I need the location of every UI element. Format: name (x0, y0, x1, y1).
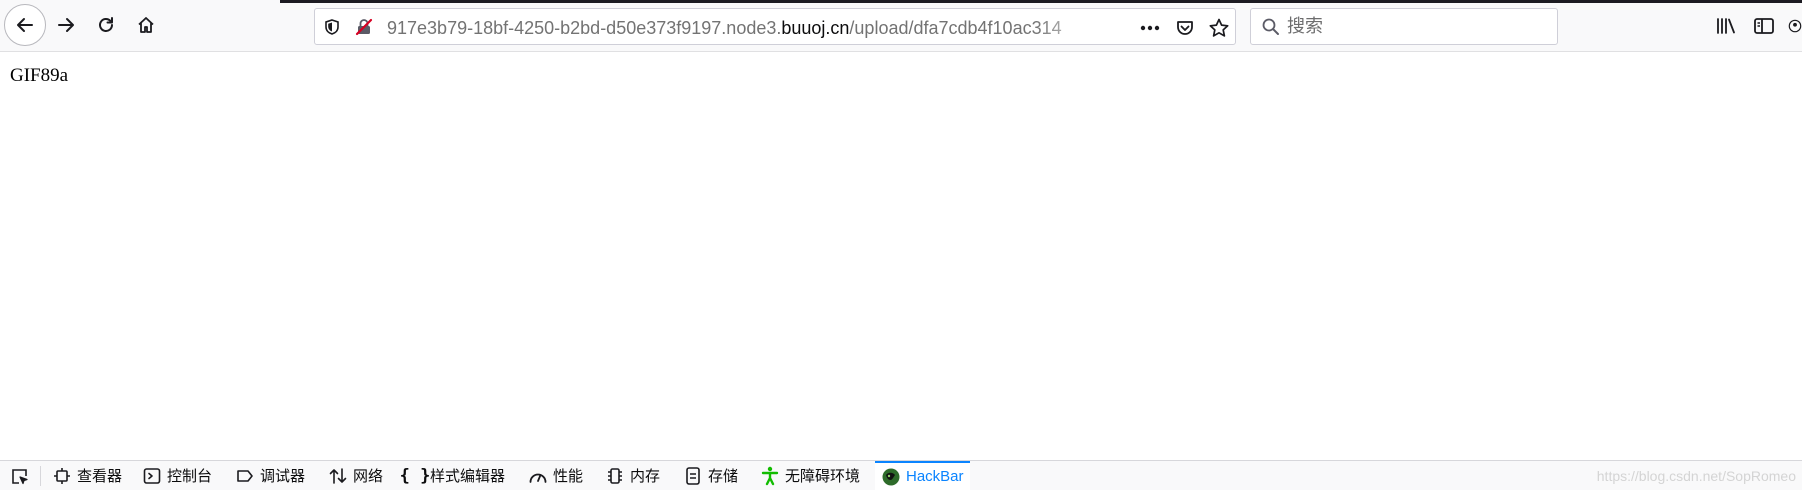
tab-label: 内存 (630, 468, 661, 485)
tab-label: 网络 (353, 468, 384, 485)
library-icon (1717, 18, 1735, 34)
pocket-icon (1177, 21, 1193, 35)
devtools-toolbar: 查看器 控制台 调试器 网络 { } 样式编辑器 性能 内存 存储 无障碍环境 … (0, 460, 1802, 490)
library-button[interactable] (1712, 12, 1740, 40)
tab-accessibility[interactable]: 无障碍环境 (760, 461, 860, 490)
tab-label: 存储 (708, 468, 739, 485)
back-button[interactable] (4, 4, 46, 46)
page-content: GIF89a (0, 52, 1802, 460)
search-icon (1261, 17, 1281, 37)
pocket-button[interactable] (1172, 15, 1198, 41)
style-editor-icon: { } (399, 465, 431, 486)
network-icon (328, 466, 348, 486)
element-picker-icon (12, 469, 28, 485)
shield-icon[interactable] (322, 17, 342, 37)
tab-label: 性能 (553, 468, 584, 485)
tab-storage[interactable]: 存储 (683, 461, 738, 490)
url-text[interactable]: 917e3b79-18bf-4250-b2bd-d50e373f9197.nod… (387, 17, 1097, 39)
url-domain: buuoj.cn (781, 18, 850, 38)
tab-label: 调试器 (260, 468, 306, 485)
search-bar[interactable] (1250, 8, 1558, 45)
hackbar-icon (881, 467, 901, 487)
bookmark-button[interactable] (1206, 15, 1232, 41)
performance-icon (528, 466, 548, 486)
insecure-lock-icon[interactable] (354, 17, 374, 37)
browser-toolbar: 917e3b79-18bf-4250-b2bd-d50e373f9197.nod… (0, 0, 1802, 52)
sidebar-button[interactable] (1750, 12, 1778, 40)
sidebar-icon (1754, 18, 1774, 34)
memory-icon (605, 466, 625, 486)
url-bar[interactable]: 917e3b79-18bf-4250-b2bd-d50e373f9197.nod… (314, 8, 1236, 45)
account-icon (1788, 19, 1802, 33)
tab-label: 查看器 (77, 468, 123, 485)
watermark: https://blog.csdn.net/SopRomeo (1596, 468, 1796, 484)
back-arrow-icon (17, 18, 33, 32)
debugger-icon (235, 466, 255, 486)
home-button[interactable] (126, 5, 166, 45)
element-picker-button[interactable] (10, 467, 30, 487)
console-icon (142, 466, 162, 486)
reload-icon (99, 17, 113, 32)
reload-button[interactable] (86, 5, 126, 45)
tab-strip-edge (280, 0, 1802, 3)
home-icon (138, 17, 154, 33)
search-input[interactable] (1287, 14, 1547, 39)
tab-debugger[interactable]: 调试器 (235, 461, 305, 490)
tab-console[interactable]: 控制台 (142, 461, 212, 490)
tab-performance[interactable]: 性能 (528, 461, 583, 490)
accessibility-icon (760, 466, 780, 486)
page-actions-button[interactable] (1137, 15, 1163, 41)
url-prefix: 917e3b79-18bf-4250-b2bd-d50e373f9197.nod… (387, 18, 782, 38)
forward-arrow-icon (58, 18, 74, 32)
tab-style-editor[interactable]: { } 样式编辑器 (399, 461, 506, 490)
tab-label: 无障碍环境 (785, 468, 861, 485)
star-icon (1209, 18, 1229, 37)
tab-label: HackBar (906, 468, 964, 485)
tab-network[interactable]: 网络 (328, 461, 383, 490)
tab-hackbar[interactable]: HackBar (875, 461, 970, 490)
more-dots-icon (1140, 25, 1160, 31)
tab-inspector[interactable]: 查看器 (52, 461, 122, 490)
page-body-text: GIF89a (10, 65, 69, 86)
url-fade (1035, 15, 1105, 41)
tab-memory[interactable]: 内存 (605, 461, 660, 490)
account-button[interactable] (1788, 12, 1802, 40)
url-path: /upload/dfa7cdb4f10ac314 (849, 18, 1062, 38)
tab-label: 控制台 (167, 468, 213, 485)
storage-icon (683, 466, 703, 486)
devtools-separator (40, 466, 41, 486)
forward-button[interactable] (46, 5, 86, 45)
inspector-icon (52, 466, 72, 486)
tab-label: 样式编辑器 (430, 468, 506, 485)
